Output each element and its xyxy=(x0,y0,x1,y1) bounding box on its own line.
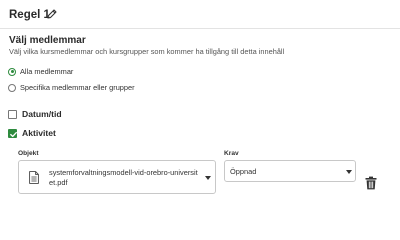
object-select[interactable]: systemforvaltningsmodell-vid-orebro-univ… xyxy=(18,160,216,194)
radio-label: Specifika medlemmar eller grupper xyxy=(20,83,135,92)
object-label: Objekt xyxy=(18,150,39,157)
check-icon xyxy=(10,131,17,137)
pencil-icon[interactable] xyxy=(46,8,58,20)
checkbox-activity[interactable]: Aktivitet xyxy=(8,128,56,138)
trash-icon[interactable] xyxy=(365,176,377,190)
checkbox[interactable] xyxy=(8,128,17,138)
radio-button[interactable] xyxy=(8,83,16,92)
object-select-value: systemforvaltningsmodell-vid-orebro-univ… xyxy=(49,168,198,187)
document-icon xyxy=(29,171,39,184)
radio-all-members[interactable]: Alla medlemmar xyxy=(8,67,73,76)
checkbox-label: Aktivitet xyxy=(22,128,56,138)
rule-editor: Regel 1 Välj medlemmar Välj vilka kursme… xyxy=(0,0,400,205)
checkbox-date-time[interactable]: Datum/tid xyxy=(8,109,62,119)
members-section-title: Välj medlemmar xyxy=(9,35,86,46)
chevron-down-icon xyxy=(346,170,352,174)
requirement-select[interactable]: Öppnad xyxy=(224,160,356,182)
rule-header: Regel 1 xyxy=(0,0,400,29)
radio-button[interactable] xyxy=(8,67,16,76)
requirement-select-value: Öppnad xyxy=(230,167,257,176)
radio-label: Alla medlemmar xyxy=(20,67,74,76)
radio-specific-members[interactable]: Specifika medlemmar eller grupper xyxy=(8,83,135,92)
rule-title: Regel 1 xyxy=(9,9,50,21)
checkbox[interactable] xyxy=(8,109,17,119)
chevron-down-icon xyxy=(205,176,211,180)
members-section-description: Välj vilka kursmedlemmar och kursgrupper… xyxy=(9,47,285,56)
checkbox-label: Datum/tid xyxy=(22,109,62,119)
requirement-label: Krav xyxy=(224,150,239,157)
